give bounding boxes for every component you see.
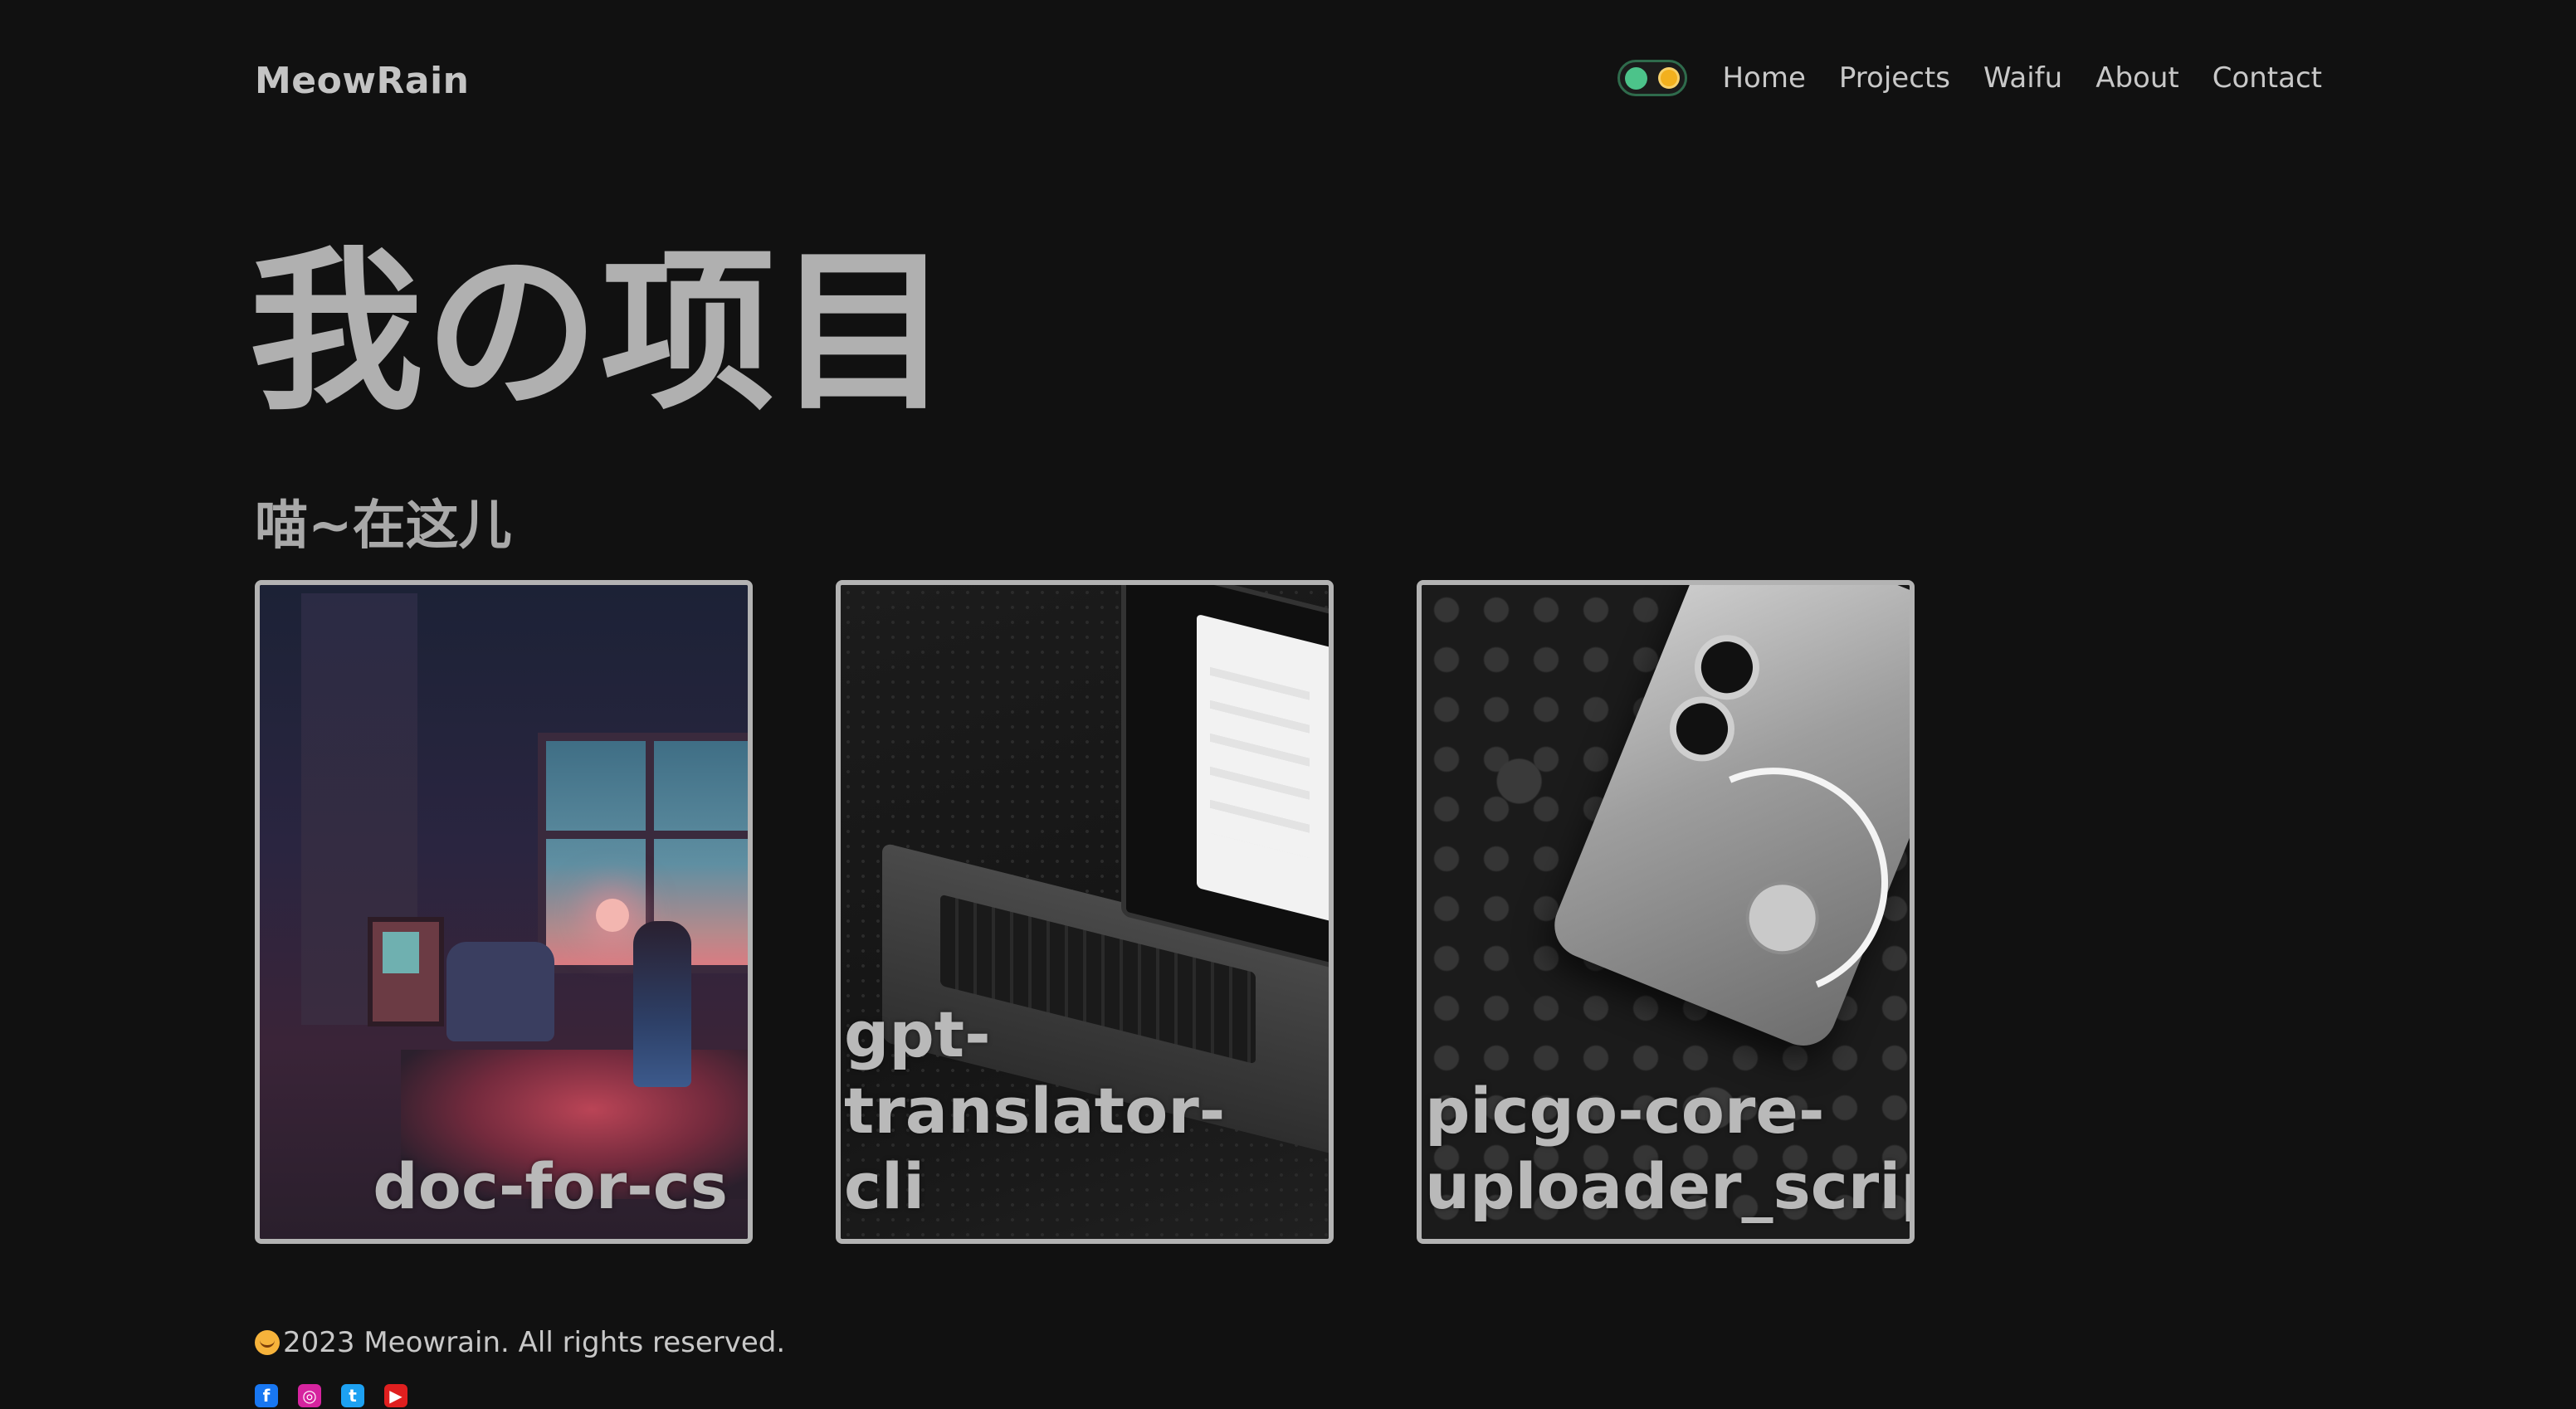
toggle-knob	[1625, 67, 1648, 90]
nav-about[interactable]: About	[2095, 61, 2179, 95]
smile-icon	[255, 1330, 280, 1355]
copyright-text: 2023 Meowrain. All rights reserved.	[283, 1326, 786, 1359]
project-image	[260, 585, 748, 1239]
nav-contact[interactable]: Contact	[2213, 61, 2322, 95]
twitter-icon[interactable]: t	[341, 1384, 364, 1407]
sun-icon	[1661, 70, 1678, 86]
project-title: gpt-translator- cli	[844, 997, 1226, 1223]
instagram-icon[interactable]: ◎	[298, 1384, 321, 1407]
site-brand[interactable]: MeowRain	[255, 60, 469, 102]
nav-waifu[interactable]: Waifu	[1983, 61, 2062, 95]
theme-toggle[interactable]	[1617, 60, 1688, 96]
footer-copyright: 2023 Meowrain. All rights reserved.	[255, 1326, 785, 1359]
social-links: f ◎ t ▶	[255, 1384, 407, 1407]
page-title: 我の项目	[249, 231, 954, 434]
main-nav: Home Projects Waifu About Contact	[1617, 60, 2322, 96]
nav-projects[interactable]: Projects	[1839, 61, 1950, 95]
project-card-picgo-core-uploader-script[interactable]: picgo-core- uploader_script	[1417, 580, 1915, 1244]
project-title: picgo-core- uploader_script	[1425, 1073, 1910, 1223]
nav-home[interactable]: Home	[1722, 61, 1805, 95]
project-card-gpt-translator-cli[interactable]: gpt-translator- cli	[836, 580, 1334, 1244]
projects-page: MeowRain Home Projects Waifu About Conta…	[0, 0, 2576, 1409]
project-title: doc-for-cs	[373, 1148, 728, 1223]
project-card-doc-for-cs[interactable]: doc-for-cs	[255, 580, 753, 1244]
youtube-icon[interactable]: ▶	[384, 1384, 407, 1407]
page-subtitle: 喵~在这儿	[255, 495, 512, 557]
facebook-icon[interactable]: f	[255, 1384, 278, 1407]
